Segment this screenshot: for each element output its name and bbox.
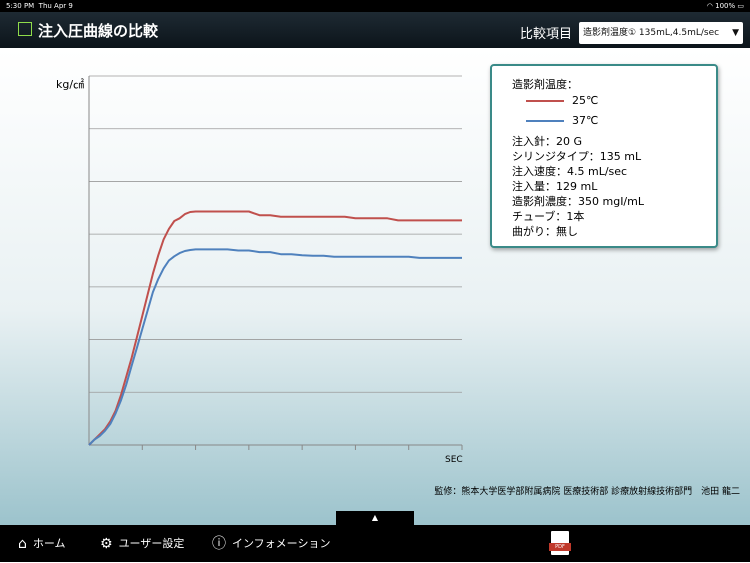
series-layer (88, 210, 462, 446)
compare-item-label: 比較項目 (520, 27, 573, 42)
home-button[interactable]: ⌂ ホーム (18, 525, 66, 562)
pdf-icon[interactable]: PDF (549, 531, 571, 555)
status-date: Thu Apr 9 (38, 2, 73, 10)
user-settings-button[interactable]: ⚙ ユーザー設定 (100, 525, 184, 562)
chart-grid (89, 75, 463, 450)
battery-level: 100% (715, 2, 736, 10)
x-axis-label: SEC (445, 455, 463, 465)
information-label: インフォメーション (232, 537, 331, 550)
info-icon: ⓘ (212, 535, 226, 552)
battery-icon: ▭ (737, 2, 744, 10)
spec-rate: 注入速度：4.5 mL/sec (512, 165, 628, 178)
legend-label-37c: 37℃ (572, 114, 599, 127)
pdf-tag: PDF (549, 543, 571, 551)
spec-syringe: シリンジタイプ：135 mL (512, 150, 642, 163)
home-label: ホーム (32, 537, 66, 550)
gear-icon: ⚙ (100, 535, 113, 552)
expand-up-icon: ▲ (371, 513, 379, 522)
spec-volume: 注入量：129 mL (512, 180, 598, 193)
legend-swatch-37c (526, 120, 564, 122)
home-icon: ⌂ (18, 535, 27, 552)
supervisor-credit: 監修：熊本大学医学部附属病院 医療技術部 診療放射線技術部門 池田 龍二 (434, 487, 740, 497)
spec-bend: 曲がり：無し (512, 225, 578, 238)
information-button[interactable]: ⓘ インフォメーション (212, 525, 330, 562)
legend-heading: 造影剤温度： (512, 78, 578, 91)
spec-needle: 注入針：20 G (512, 135, 583, 148)
status-bar: 5:30 PM Thu Apr 9 ◠ 100% ▭ (0, 0, 750, 12)
compare-item-value: 造影剤温度① 135mL,4.5mL/sec (583, 28, 720, 38)
app-header: 注入圧曲線の比較 比較項目 造影剤温度① 135mL,4.5mL/sec ▼ (0, 12, 750, 48)
expand-panel-handle[interactable]: ▲ (336, 511, 414, 525)
compare-item-select[interactable]: 造影剤温度① 135mL,4.5mL/sec ▼ (579, 22, 743, 44)
page-title: 注入圧曲線の比較 (38, 22, 159, 40)
series-line-0 (88, 210, 462, 446)
series-line-1 (88, 248, 462, 446)
user-settings-label: ユーザー設定 (118, 537, 185, 550)
wifi-icon: ◠ (706, 2, 713, 10)
y-axis-label: kg/㎠ (56, 78, 84, 91)
chart-app-icon (18, 22, 32, 36)
dropdown-arrow-icon: ▼ (732, 28, 739, 38)
legend-label-25c: 25℃ (572, 94, 599, 107)
legend-swatch-25c (526, 100, 564, 102)
main-area: kg/㎠ SEC 造影剤温度： 25℃ 37℃ 注入針：20 G シリンジタイプ… (0, 48, 750, 525)
status-time: 5:30 PM (6, 2, 35, 10)
footer-toolbar: ⌂ ホーム ⚙ ユーザー設定 ⓘ インフォメーション PDF (0, 525, 750, 562)
spec-concentration: 造影剤濃度：350 mgI/mL (512, 195, 644, 208)
legend-box: 造影剤温度： 25℃ 37℃ 注入針：20 G シリンジタイプ：135 mL 注… (490, 64, 718, 248)
spec-list: 注入針：20 G シリンジタイプ：135 mL 注入速度：4.5 mL/sec … (512, 134, 644, 239)
spec-tube: チューブ：1本 (512, 210, 585, 223)
